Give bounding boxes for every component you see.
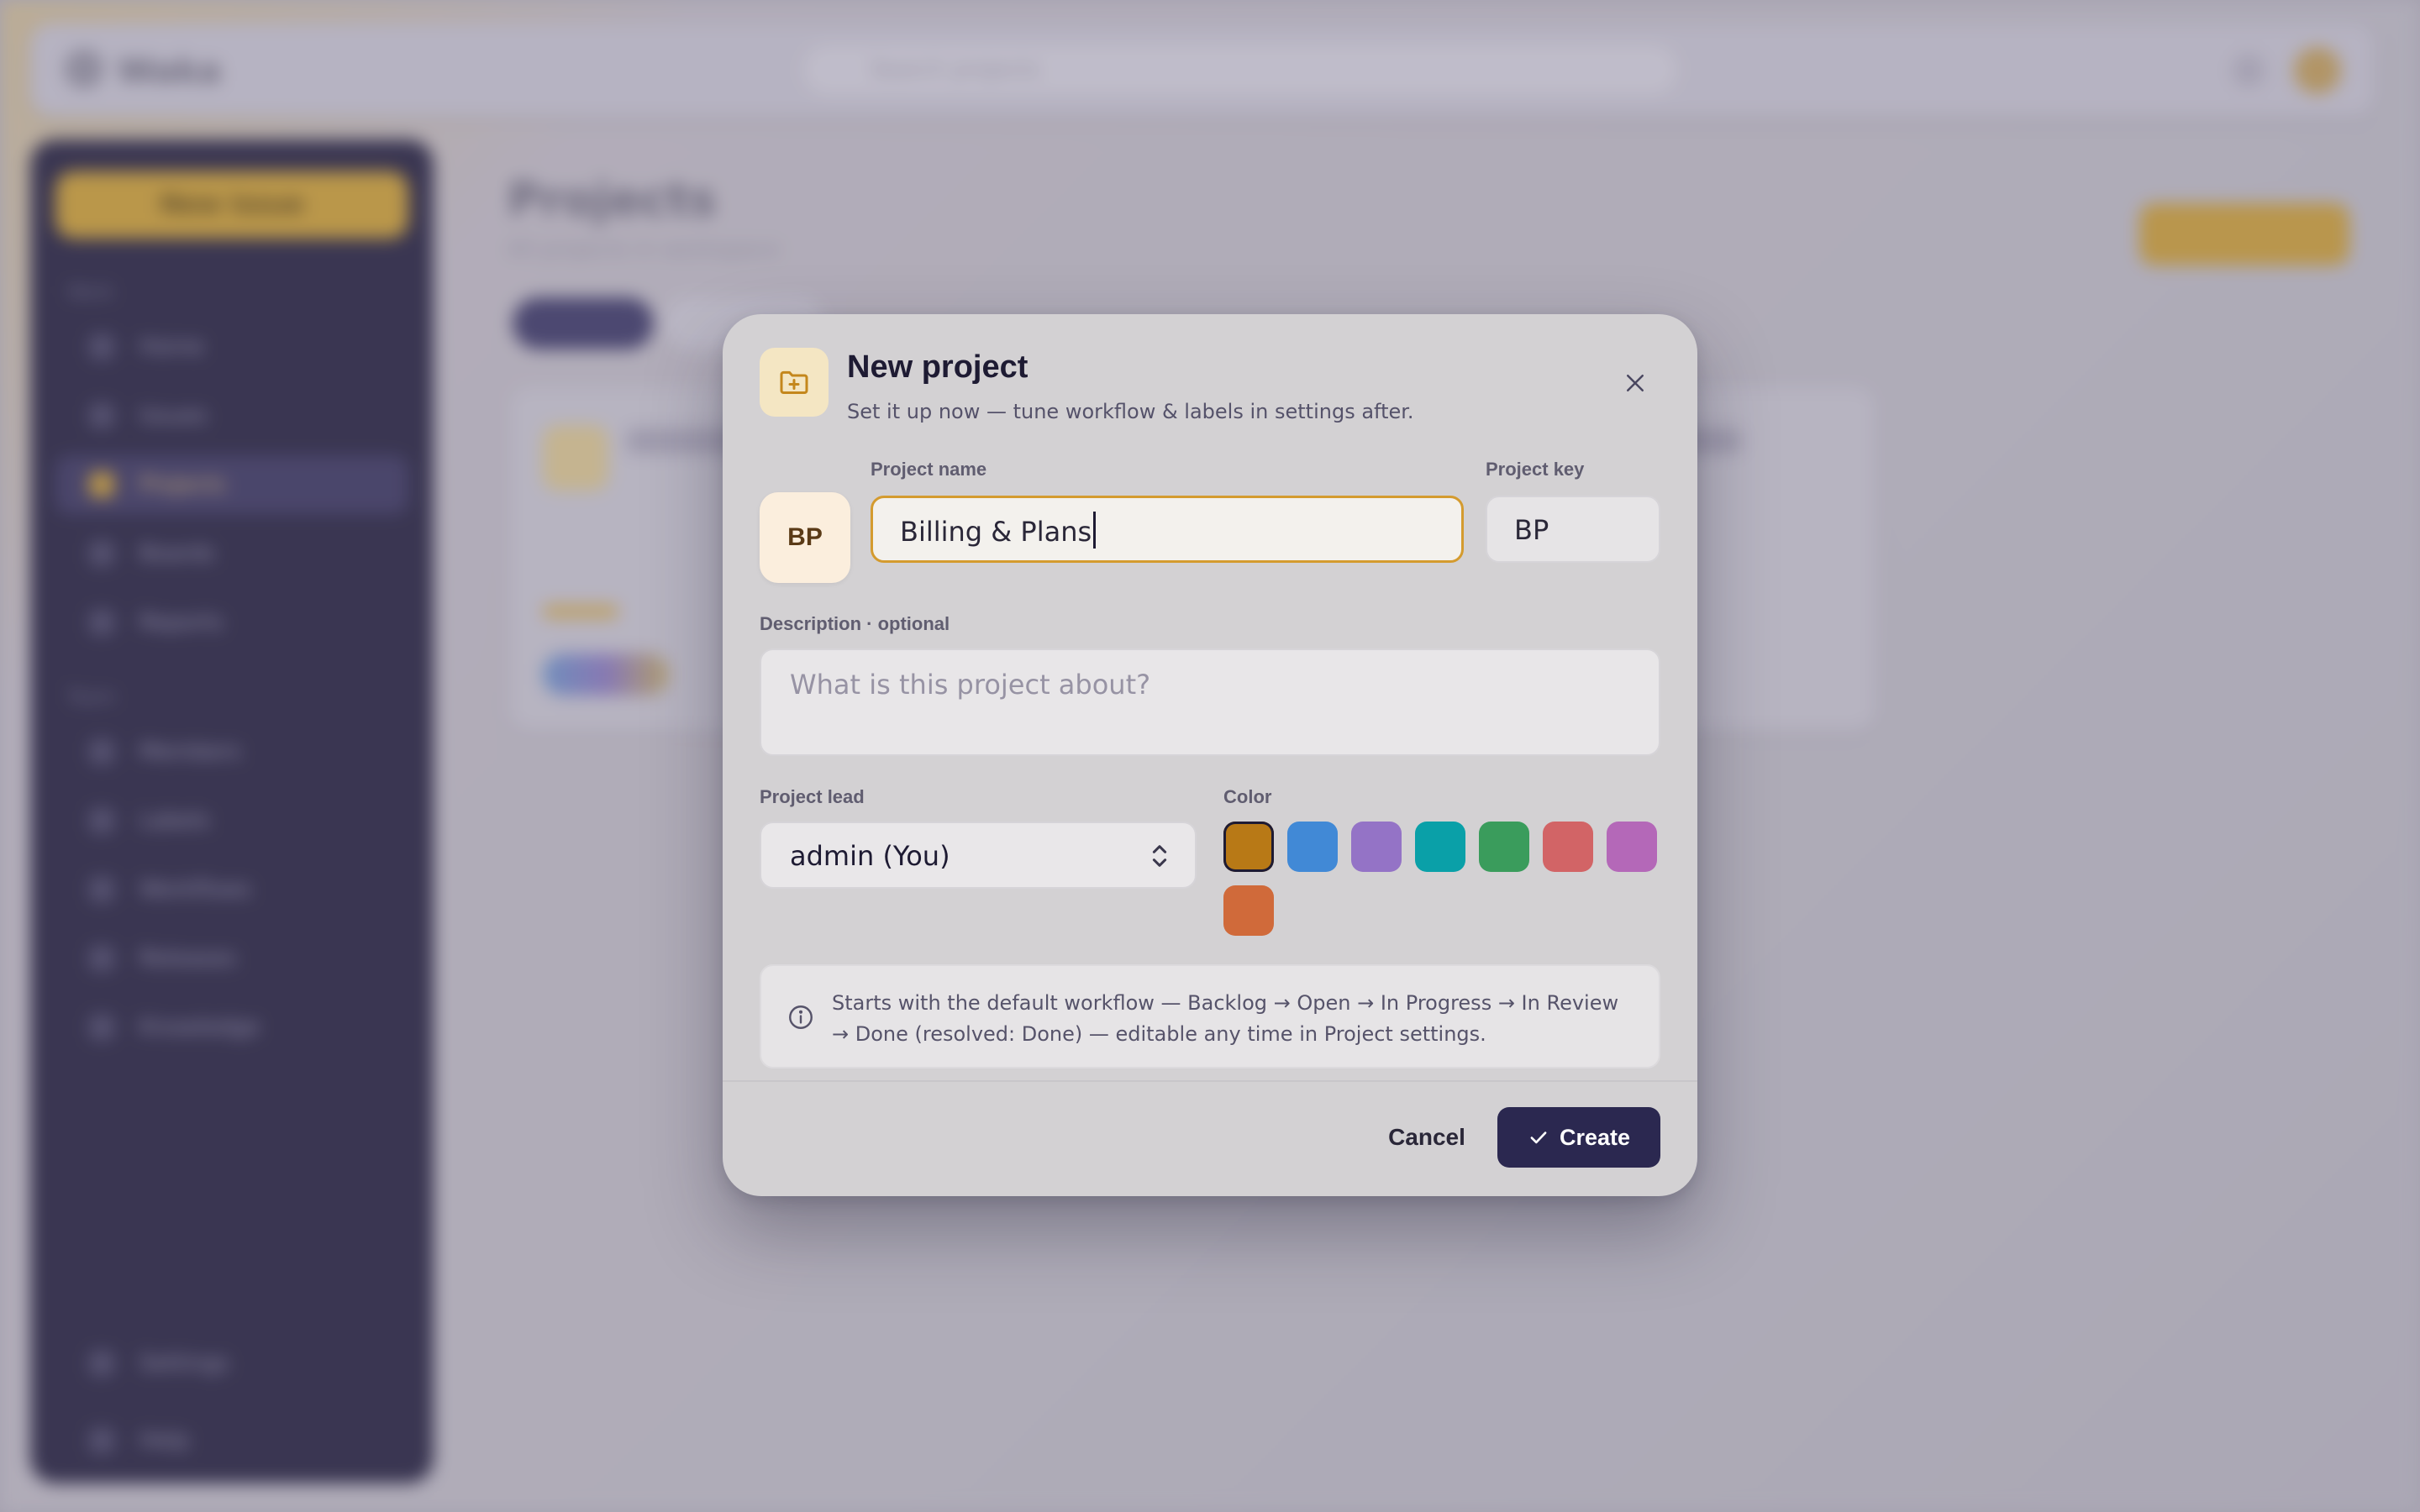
dialog-title: New project — [847, 349, 1028, 385]
close-button[interactable] — [1618, 366, 1652, 400]
project-lead-value: admin (You) — [790, 840, 950, 872]
workflow-info-text: Starts with the default workflow — Backl… — [832, 991, 1619, 1046]
workflow-info-box: Starts with the default workflow — Backl… — [760, 964, 1660, 1068]
color-swatch[interactable] — [1543, 822, 1593, 872]
dialog-subtitle: Set it up now — tune workflow & labels i… — [847, 400, 1414, 423]
description-label: Description · optional — [760, 613, 950, 634]
cancel-button[interactable]: Cancel — [1368, 1107, 1486, 1168]
folder-plus-icon — [760, 348, 829, 417]
description-placeholder: What is this project about? — [790, 669, 1151, 701]
color-swatch[interactable] — [1223, 822, 1274, 872]
new-project-dialog: New project Set it up now — tune workflo… — [723, 314, 1697, 1196]
color-label: Color — [1223, 786, 1272, 807]
project-badge-preview: BP — [760, 492, 850, 583]
color-swatch[interactable] — [1607, 822, 1657, 872]
color-swatch[interactable] — [1415, 822, 1465, 872]
project-name-value: Billing & Plans — [900, 516, 1092, 548]
description-textarea[interactable]: What is this project about? — [760, 648, 1660, 756]
color-swatch[interactable] — [1479, 822, 1529, 872]
text-caret — [1093, 512, 1097, 549]
project-key-label: Project key — [1486, 459, 1585, 480]
info-icon — [789, 1005, 813, 1029]
project-lead-select[interactable]: admin (You) — [760, 822, 1197, 889]
project-key-input[interactable]: BP — [1486, 496, 1660, 563]
project-name-label: Project name — [871, 459, 987, 480]
color-swatch[interactable] — [1351, 822, 1402, 872]
color-swatch[interactable] — [1287, 822, 1338, 872]
close-icon — [1627, 375, 1644, 391]
chevron-up-down-icon — [1152, 845, 1167, 867]
color-swatch[interactable] — [1223, 885, 1274, 936]
project-key-value: BP — [1514, 514, 1549, 546]
create-button[interactable]: Create — [1497, 1107, 1660, 1168]
project-lead-label: Project lead — [760, 786, 865, 807]
check-icon — [1530, 1131, 1547, 1144]
create-button-label: Create — [1559, 1124, 1631, 1150]
project-name-input[interactable]: Billing & Plans — [871, 496, 1464, 563]
footer-divider — [723, 1080, 1697, 1082]
